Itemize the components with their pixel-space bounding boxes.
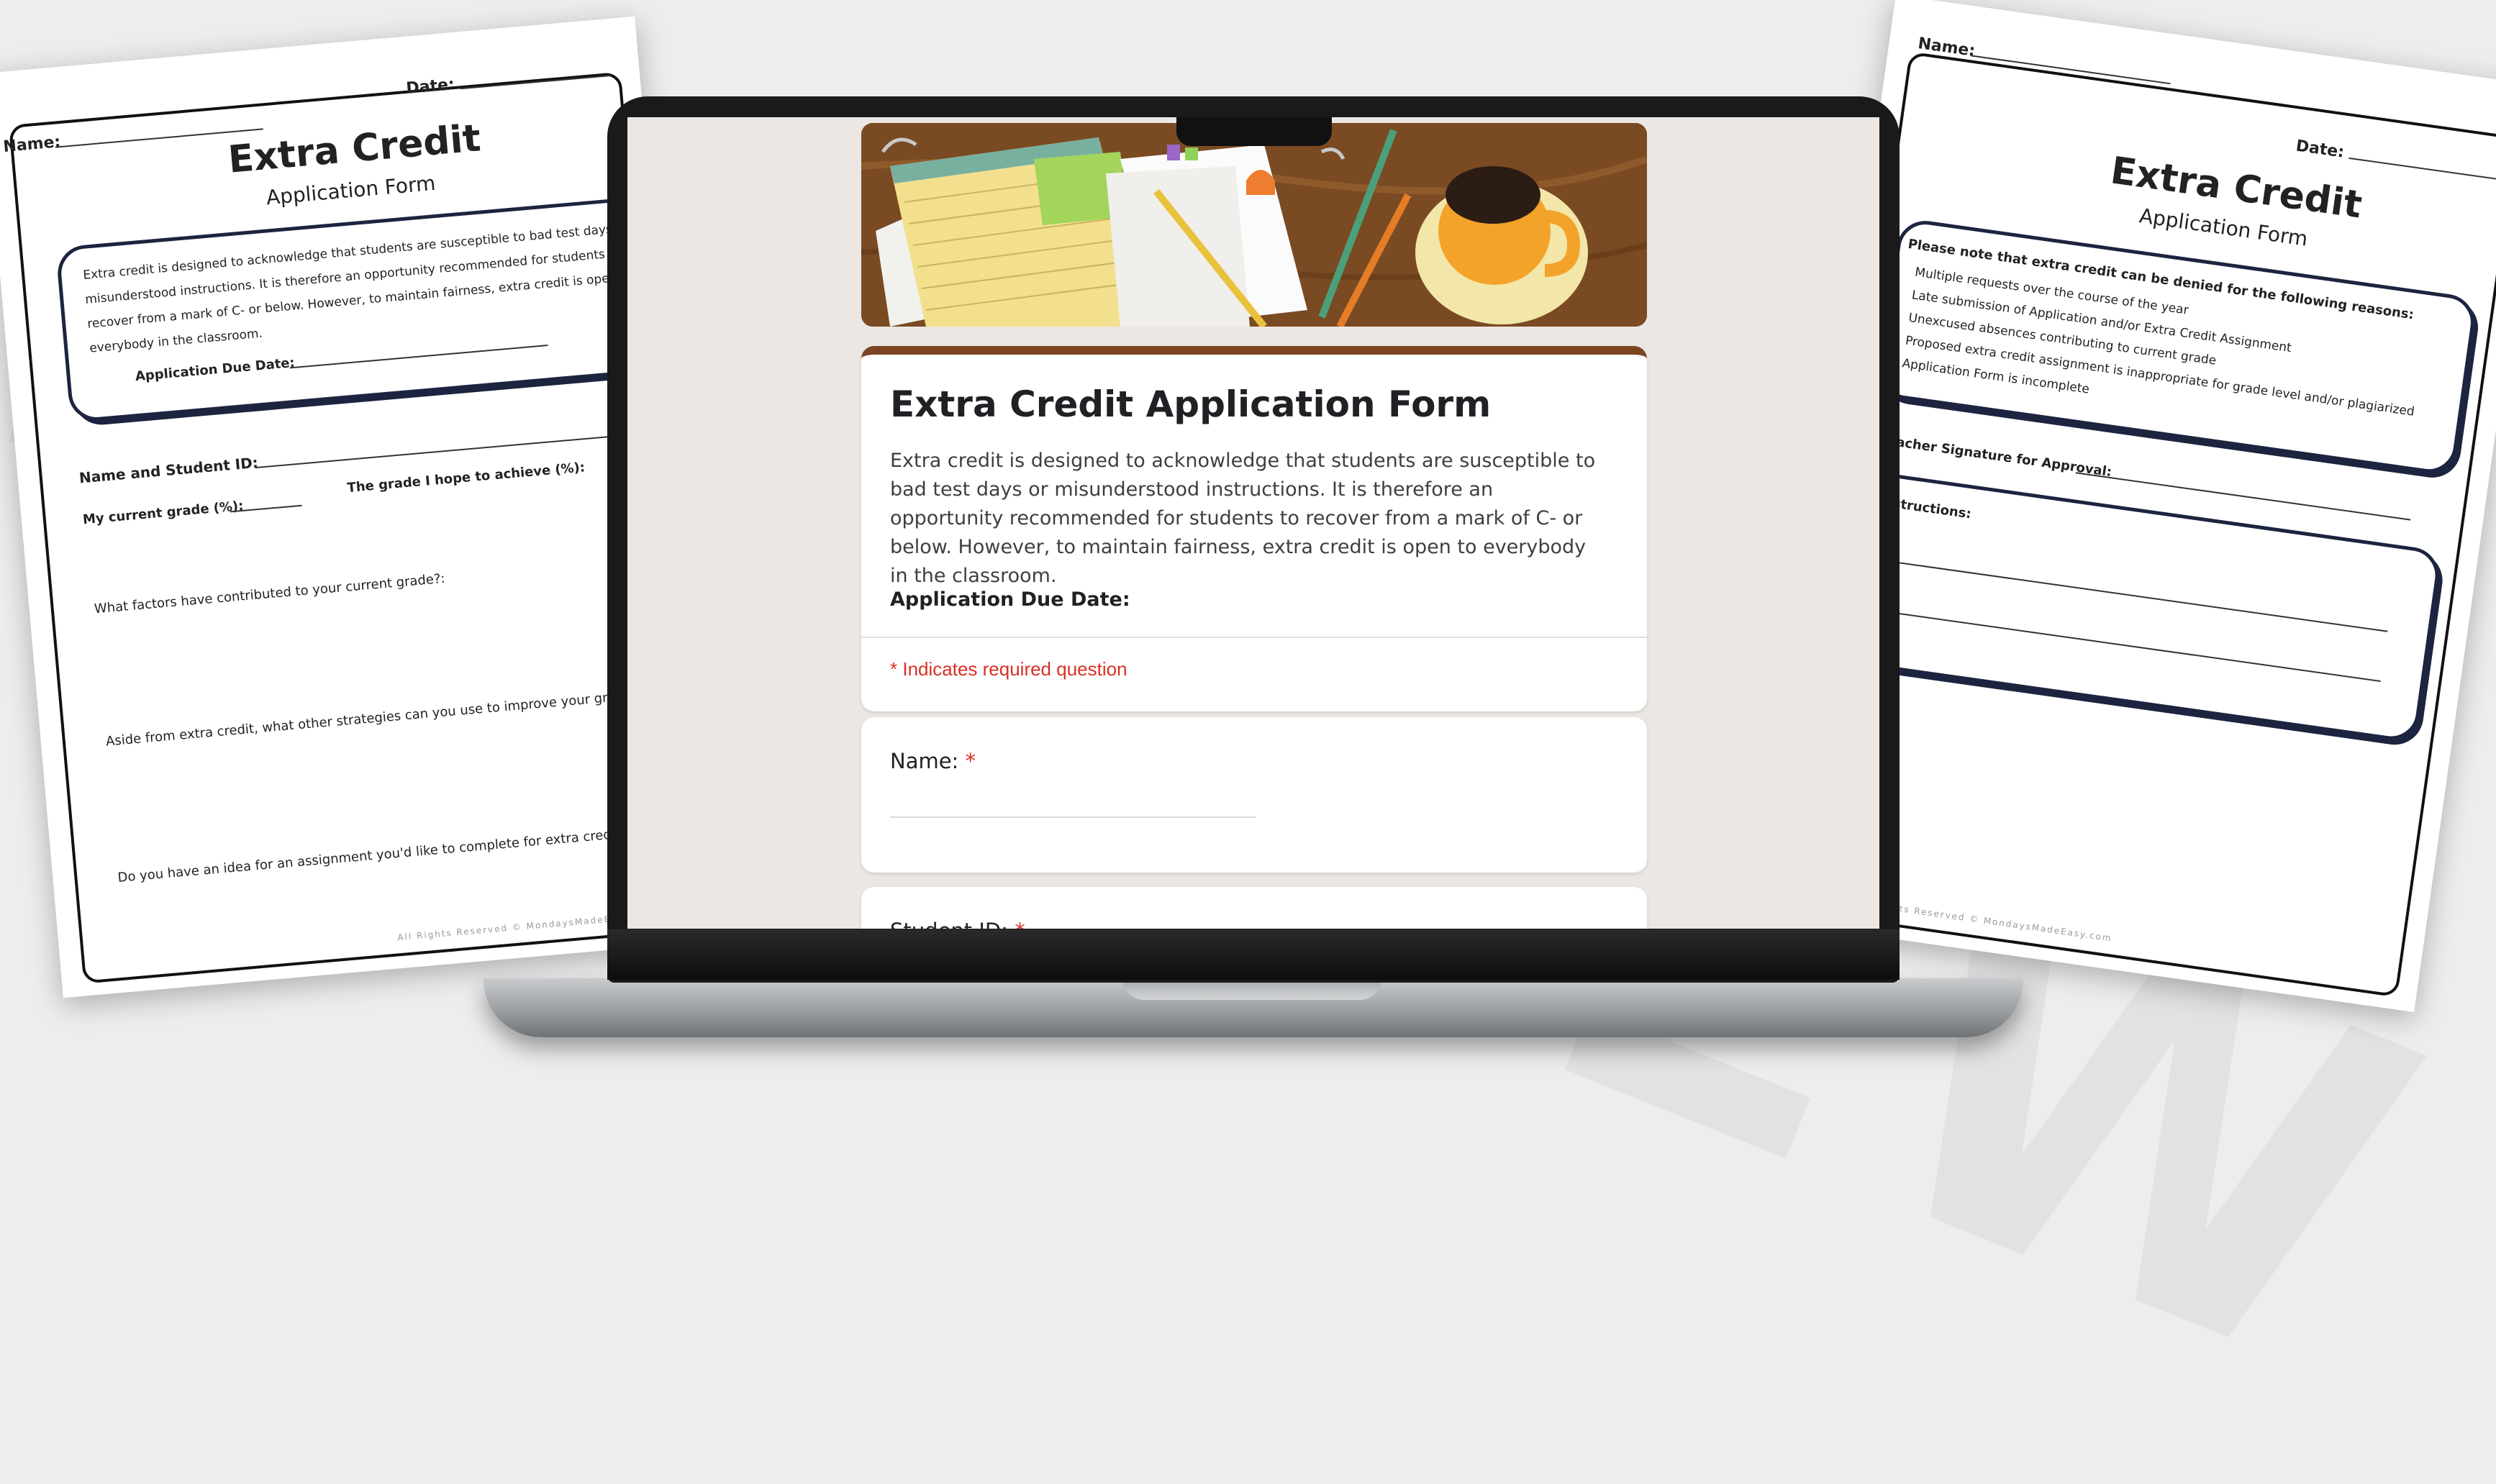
question-card-student-id: Student ID: *	[861, 887, 1647, 929]
laptop-bezel-bottom	[607, 929, 1900, 980]
name-answer-input[interactable]	[890, 816, 1256, 818]
due-date-label: Application Due Date:	[890, 588, 1130, 611]
question-card-name: Name: *	[861, 717, 1647, 873]
form-title-card: Extra Credit Application Form Extra cred…	[861, 346, 1647, 711]
question-label: Name: *	[890, 749, 976, 773]
form-title: Extra Credit Application Form	[890, 383, 1492, 425]
question-label: Student ID: *	[890, 919, 1025, 929]
form-header-image	[861, 123, 1647, 327]
student-id-question-text: Student ID:	[890, 919, 1008, 929]
camera-notch	[1176, 117, 1332, 146]
name-question-text: Name:	[890, 749, 959, 773]
desk-illustration	[861, 123, 1647, 327]
card-divider	[861, 637, 1647, 638]
form-description: Extra credit is designed to acknowledge …	[890, 450, 1596, 587]
required-asterisk: *	[1015, 919, 1025, 929]
required-asterisk: *	[965, 749, 976, 773]
required-note: * Indicates required question	[890, 658, 1127, 680]
laptop-screen: Extra Credit Application Form Extra cred…	[627, 117, 1879, 929]
